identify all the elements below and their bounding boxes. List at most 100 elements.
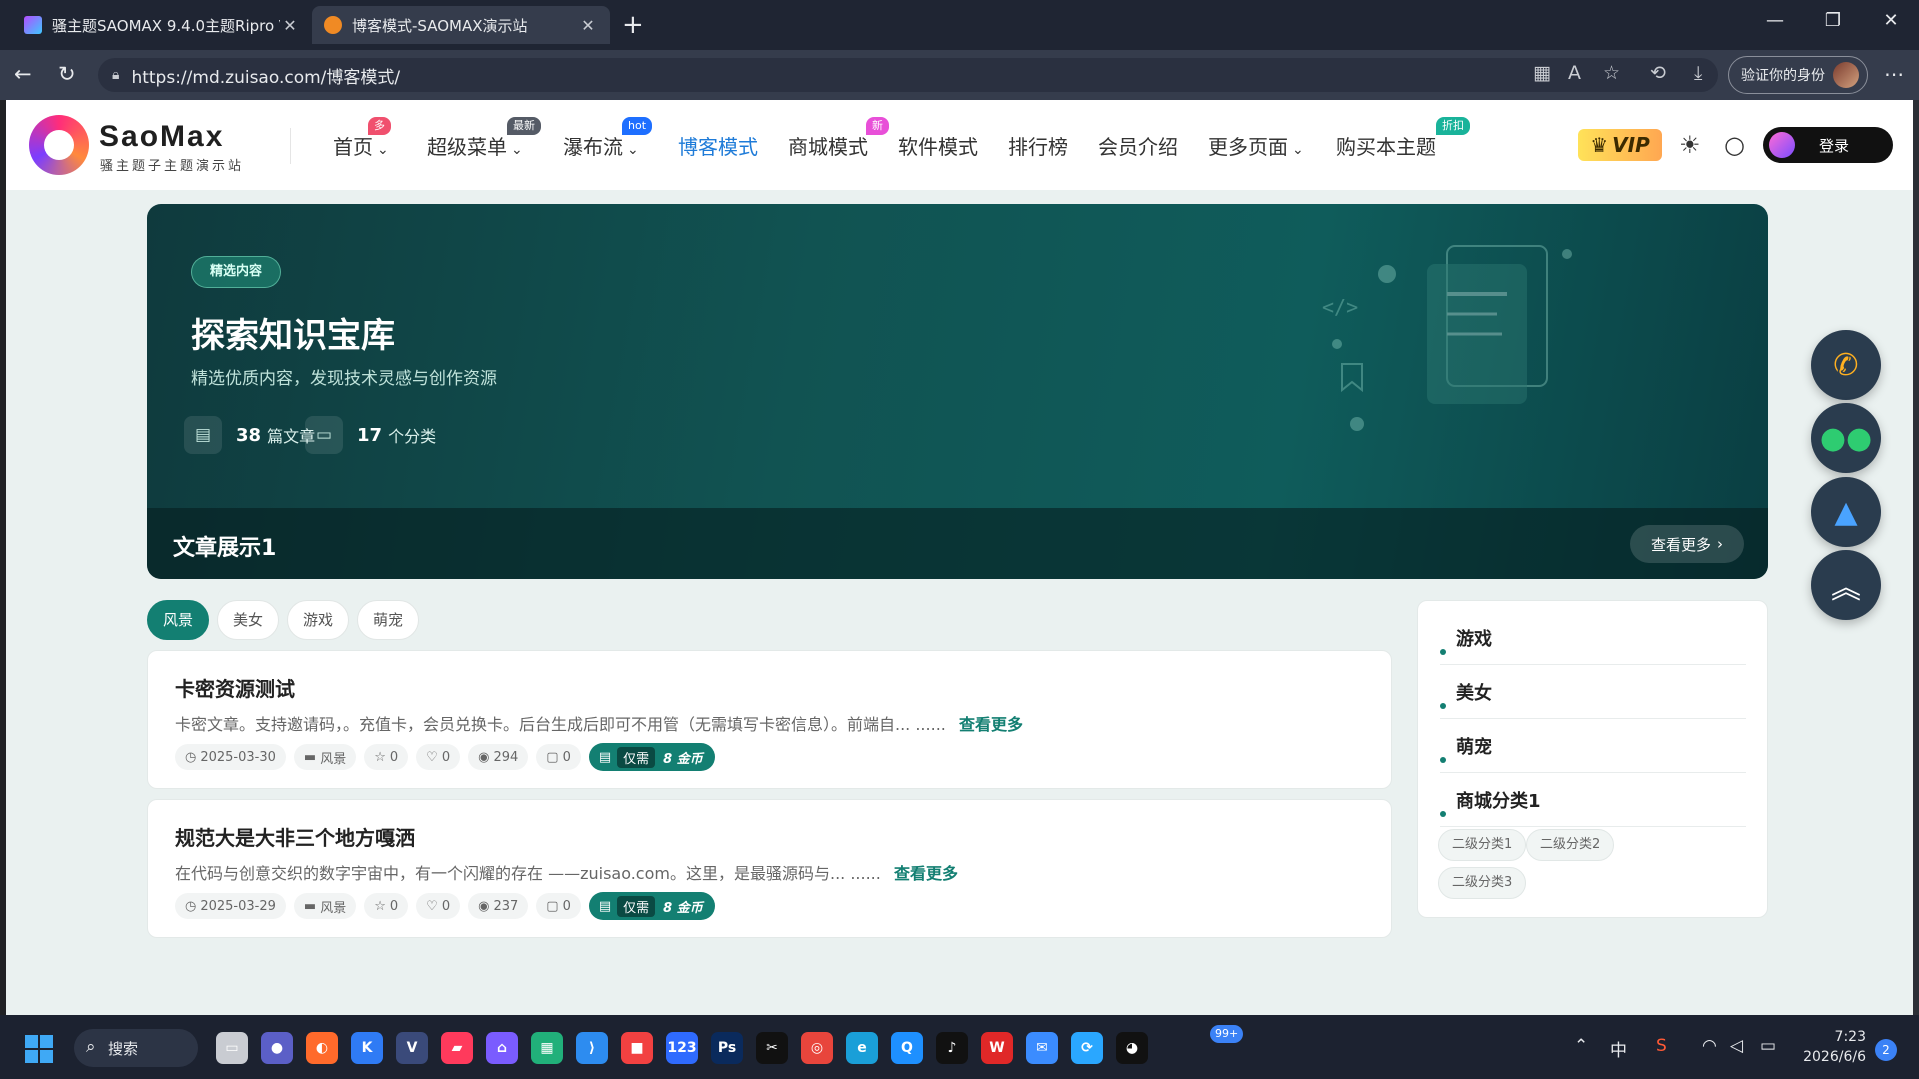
comment-chip[interactable]: ▢ 0 bbox=[536, 744, 581, 770]
filter-pill-beauty[interactable]: 美女 bbox=[217, 600, 279, 640]
back-icon[interactable]: ← bbox=[14, 62, 32, 86]
back-to-top-button[interactable]: ︽ bbox=[1811, 550, 1881, 620]
view-more-button[interactable]: 查看更多 › bbox=[1630, 525, 1744, 563]
category-chip[interactable]: ▬ 风景 bbox=[293, 893, 357, 919]
read-more-link[interactable]: 查看更多 bbox=[894, 864, 958, 883]
reload-icon[interactable]: ↻ bbox=[58, 62, 76, 86]
download-icon[interactable]: ⤓ bbox=[1694, 62, 1702, 84]
photoshop-icon[interactable]: Ps bbox=[711, 1032, 743, 1064]
wps-sheet-icon[interactable]: ▦ bbox=[531, 1032, 563, 1064]
wps-icon[interactable]: W bbox=[981, 1032, 1013, 1064]
price-badge[interactable]: ▤ 仅需 8 金币 bbox=[588, 892, 715, 920]
sogou-ime-icon[interactable]: S bbox=[1656, 1036, 1667, 1056]
menu-item-7[interactable]: 排行榜 bbox=[1008, 131, 1068, 160]
browser-tab-1[interactable]: 骚主题SAOMAX 9.4.0主题Ripro V5 ✕ bbox=[12, 6, 312, 44]
price-badge[interactable]: ▤ 仅需 8 金币 bbox=[588, 743, 715, 771]
k-app-icon[interactable]: K bbox=[351, 1032, 383, 1064]
browser-app-icon[interactable]: ◐ bbox=[306, 1032, 338, 1064]
restore-icon[interactable]: ❐ bbox=[1818, 10, 1848, 31]
filter-pill-pets[interactable]: 萌宠 bbox=[357, 600, 419, 640]
menu-item-1[interactable]: 首页 ⌄ bbox=[333, 131, 389, 160]
sidebar-item-shop-category[interactable]: 商城分类1 bbox=[1440, 773, 1746, 827]
tiktok-icon[interactable]: ♪ bbox=[936, 1032, 968, 1064]
menu-item-5[interactable]: 商城模式 bbox=[788, 131, 868, 160]
app-view-icon[interactable]: ▦ bbox=[1533, 62, 1551, 84]
windows-start-icon[interactable] bbox=[25, 1035, 53, 1063]
post-title[interactable]: 规范大是大非三个地方嘎洒 bbox=[175, 822, 415, 851]
login-button[interactable]: 登录 bbox=[1763, 127, 1893, 163]
clock[interactable]: 7:23 2026/6/6 bbox=[1796, 1027, 1866, 1067]
menu-item-2[interactable]: 超级菜单 ⌄ bbox=[427, 131, 523, 160]
menu-item-6[interactable]: 软件模式 bbox=[898, 131, 978, 160]
sidebar-item-pets[interactable]: 萌宠 bbox=[1440, 719, 1746, 773]
close-window-icon[interactable]: ✕ bbox=[1876, 10, 1906, 31]
refresh-app-icon[interactable]: ⟳ bbox=[1071, 1032, 1103, 1064]
close-tab-icon[interactable]: ✕ bbox=[280, 16, 300, 35]
subcategory-chip[interactable]: 二级分类2 bbox=[1526, 829, 1615, 861]
edge-icon[interactable]: e bbox=[846, 1032, 878, 1064]
menu-item-10[interactable]: 购买本主题 bbox=[1336, 131, 1436, 160]
sidebar-item-beauty[interactable]: 美女 bbox=[1440, 665, 1746, 719]
read-aloud-icon[interactable]: A bbox=[1568, 62, 1581, 84]
v-app-icon[interactable]: V bbox=[396, 1032, 428, 1064]
qq-icon[interactable]: ◕ bbox=[1116, 1032, 1148, 1064]
post-card[interactable]: 卡密资源测试 卡密文章。支持邀请码，。充值卡，会员兑换卡。后台生成后即可不用管（… bbox=[147, 650, 1392, 789]
post-card[interactable]: 规范大是大非三个地方嘎洒 在代码与创意交织的数字宇宙中，有一个闪耀的存在 ——z… bbox=[147, 799, 1392, 938]
more-menu-icon[interactable]: ⋯ bbox=[1884, 62, 1904, 86]
read-more-link[interactable]: 查看更多 bbox=[959, 715, 1023, 734]
page-scrollbar[interactable] bbox=[1913, 100, 1919, 1015]
capcut-icon[interactable]: ✂ bbox=[756, 1032, 788, 1064]
qq-contact-button[interactable]: ▲ bbox=[1811, 477, 1881, 547]
menu-item-4[interactable]: 博客模式 bbox=[678, 131, 758, 160]
filter-pill-scenery[interactable]: 风景 bbox=[147, 600, 209, 640]
wifi-icon[interactable]: ◠ bbox=[1702, 1036, 1717, 1056]
favorite-star-icon[interactable]: ☆ bbox=[1603, 62, 1620, 84]
url-field[interactable]: 🔒︎ https://md.zuisao.com/博客模式/ bbox=[98, 58, 1718, 92]
minimize-icon[interactable]: — bbox=[1760, 10, 1790, 31]
battery-icon[interactable]: ▭ bbox=[1760, 1036, 1776, 1056]
menu-item-3[interactable]: 瀑布流 ⌄ bbox=[563, 131, 639, 160]
search-icon[interactable]: ○ bbox=[1724, 131, 1745, 159]
menu-item-label: 会员介绍 bbox=[1098, 135, 1178, 159]
history-icon[interactable]: ⟲ bbox=[1650, 62, 1666, 84]
flag-app-icon[interactable]: ▰ bbox=[441, 1032, 473, 1064]
menu-item-9[interactable]: 更多页面 ⌄ bbox=[1208, 131, 1304, 160]
post-title[interactable]: 卡密资源测试 bbox=[175, 673, 295, 702]
wechat-contact-button[interactable]: ●● bbox=[1811, 403, 1881, 473]
theme-toggle-sun-icon[interactable]: ☀ bbox=[1679, 131, 1701, 159]
close-tab-icon[interactable]: ✕ bbox=[578, 16, 598, 35]
saomax-logo-icon[interactable] bbox=[29, 115, 89, 175]
logo-name[interactable]: SaoMax bbox=[99, 120, 224, 154]
volume-icon[interactable]: ◁ bbox=[1730, 1036, 1743, 1056]
star-chip[interactable]: ☆ 0 bbox=[364, 744, 409, 770]
subcategory-chip[interactable]: 二级分类3 bbox=[1438, 867, 1527, 899]
mail-icon[interactable]: ✉ bbox=[1026, 1032, 1058, 1064]
red-app-icon[interactable]: ■ bbox=[621, 1032, 653, 1064]
vscode-icon[interactable]: ⟩ bbox=[576, 1032, 608, 1064]
verify-identity-button[interactable]: 验证你的身份 bbox=[1728, 56, 1868, 94]
vip-badge[interactable]: ♛ VIP bbox=[1578, 129, 1662, 161]
house-app-icon[interactable]: ⌂ bbox=[486, 1032, 518, 1064]
chevron-down-icon: ⌄ bbox=[377, 142, 389, 158]
file-explorer-icon[interactable]: ▭ bbox=[216, 1032, 248, 1064]
sidebar-item-games[interactable]: 游戏 bbox=[1440, 611, 1746, 665]
chevron-up-icon[interactable]: ⌃ bbox=[1574, 1036, 1588, 1056]
browser-tab-2[interactable]: 博客模式-SAOMAX演示站 ✕ bbox=[312, 6, 610, 44]
new-tab-icon[interactable]: + bbox=[622, 10, 644, 40]
cloud-123-icon[interactable]: 123 bbox=[666, 1032, 698, 1064]
subcategory-chip[interactable]: 二级分类1 bbox=[1438, 829, 1527, 861]
star-chip[interactable]: ☆ 0 bbox=[364, 893, 409, 919]
chat-app-icon[interactable]: ● bbox=[261, 1032, 293, 1064]
phone-contact-button[interactable]: ✆ bbox=[1811, 330, 1881, 400]
taskbar-search[interactable]: ⌕ 搜索 bbox=[74, 1029, 198, 1067]
ime-indicator[interactable]: 中 bbox=[1610, 1036, 1627, 1061]
menu-item-8[interactable]: 会员介绍 bbox=[1098, 131, 1178, 160]
like-chip[interactable]: ♡ 0 bbox=[416, 744, 461, 770]
comment-chip[interactable]: ▢ 0 bbox=[536, 893, 581, 919]
like-chip[interactable]: ♡ 0 bbox=[416, 893, 461, 919]
chrome-icon[interactable]: ◎ bbox=[801, 1032, 833, 1064]
filter-pill-games[interactable]: 游戏 bbox=[287, 600, 349, 640]
category-chip[interactable]: ▬ 风景 bbox=[293, 744, 357, 770]
search-app-icon[interactable]: Q bbox=[891, 1032, 923, 1064]
notification-count[interactable]: 2 bbox=[1875, 1039, 1897, 1061]
